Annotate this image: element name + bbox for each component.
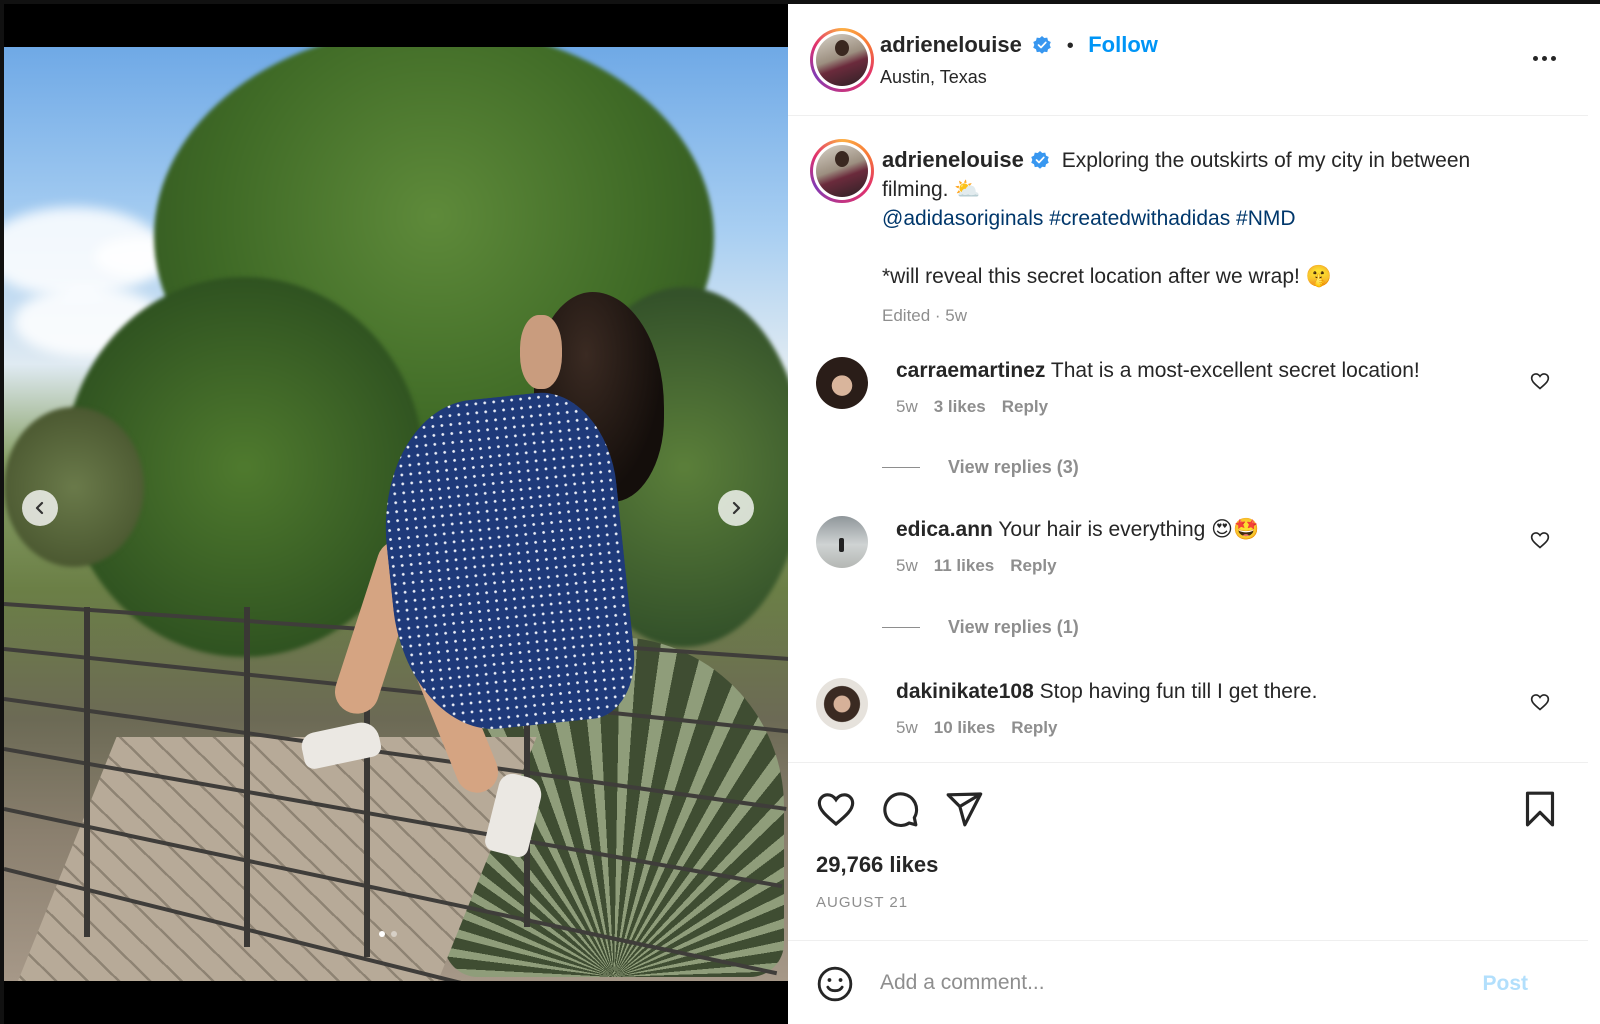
carousel-next-button[interactable] [718,490,754,526]
comment-age[interactable]: 5w [896,718,918,738]
carousel-dot [391,931,397,937]
view-replies-label: View replies (3) [948,457,1079,477]
post-side-panel: adrienelouise • Follow Austin, Texas adr… [788,4,1600,1024]
follow-button[interactable]: Follow [1088,32,1158,57]
post-media [4,4,788,1024]
caption-username[interactable]: adrienelouise [882,147,1024,172]
caption-hashtags[interactable]: @adidasoriginals #createdwithadidas #NMD [882,204,1542,233]
comment-composer: Post [788,940,1588,1024]
post-comment-button[interactable]: Post [1482,972,1528,996]
view-replies-label: View replies (1) [948,617,1079,637]
heart-icon[interactable] [816,789,856,829]
carousel-prev-button[interactable] [22,490,58,526]
post-caption: adrienelouise Exploring the outskirts of… [882,145,1542,330]
share-icon[interactable] [944,789,984,829]
comment-username[interactable]: carraemartinez [896,359,1045,382]
avatar [816,34,868,86]
verified-badge-icon [1031,151,1049,169]
caption-meta: Edited · 5w [882,306,968,325]
caption-author-avatar[interactable] [810,139,874,203]
author-avatar-story-ring[interactable] [810,28,874,92]
comment-heart-icon[interactable] [1530,692,1550,712]
caption-text-secondary: *will reveal this secret location after … [882,265,1332,288]
comment-heart-icon[interactable] [1530,371,1550,391]
reply-button[interactable]: Reply [1011,718,1057,738]
comment-age[interactable]: 5w [896,556,918,576]
more-options-icon[interactable] [1528,48,1560,68]
comment-text: That is a most-excellent secret location… [1050,359,1420,382]
avatar [816,145,868,197]
comments-list[interactable]: adrienelouise Exploring the outskirts of… [788,117,1588,761]
chevron-left-icon [35,501,44,515]
comment-username[interactable]: edica.ann [896,518,993,541]
comment-likes[interactable]: 3 likes [934,397,986,417]
post-photo [4,47,788,981]
avatar[interactable] [816,357,868,409]
view-replies-button[interactable]: View replies (1) [882,617,1079,638]
comment-heart-icon[interactable] [1530,530,1550,550]
reply-button[interactable]: Reply [1010,556,1056,576]
author-username[interactable]: adrienelouise [880,32,1022,57]
separator-dot: • [1066,35,1074,57]
likes-count[interactable]: 29,766 likes [816,852,938,878]
comment-input[interactable] [880,963,1460,1003]
emoji-icon[interactable] [816,965,854,1003]
comment-likes[interactable]: 10 likes [934,718,995,738]
post-modal: adrienelouise • Follow Austin, Texas adr… [0,0,1600,1024]
post-location[interactable]: Austin, Texas [880,67,987,88]
carousel-dot-active [379,931,385,937]
bookmark-icon[interactable] [1520,789,1560,829]
comment-age[interactable]: 5w [896,397,918,417]
carousel-indicator [379,931,397,937]
reply-button[interactable]: Reply [1002,397,1048,417]
comment-text: Your hair is everything 😍🤩 [998,518,1260,541]
chevron-right-icon [732,501,741,515]
post-header: adrienelouise • Follow Austin, Texas [788,4,1588,116]
comment-text: Stop having fun till I get there. [1039,680,1318,703]
post-date: AUGUST 21 [816,894,909,911]
comment-username[interactable]: dakinikate108 [896,680,1034,703]
post-actions [788,762,1588,842]
view-replies-button[interactable]: View replies (3) [882,457,1079,478]
verified-badge-icon [1033,36,1052,54]
comment-icon[interactable] [880,789,920,829]
avatar[interactable] [816,678,868,730]
avatar[interactable] [816,516,868,568]
comment-likes[interactable]: 11 likes [934,556,995,576]
